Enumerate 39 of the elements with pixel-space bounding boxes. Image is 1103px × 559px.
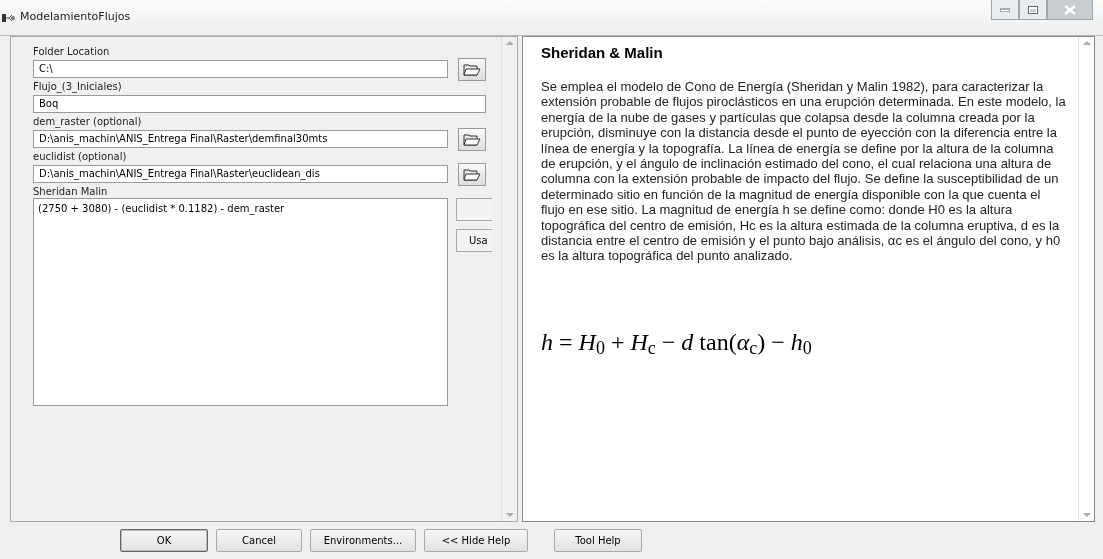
folder-icon bbox=[463, 62, 481, 76]
field-label: Flujo_(3_Iniciales) bbox=[33, 80, 123, 93]
text-field[interactable]: Boq bbox=[33, 95, 486, 113]
blank-button[interactable] bbox=[456, 198, 492, 221]
scroll-up-icon bbox=[505, 40, 514, 45]
dialog-button[interactable]: Environments... bbox=[310, 529, 416, 552]
text-field[interactable]: C:\ bbox=[33, 60, 448, 78]
formula: h = H$_{0}$ + H$_{c}$ − d tan(α$_{c}$) − h$_{0}$ bbox=[541, 327, 813, 360]
help-text: Se emplea el modelo de Cono de Energía (Sheridan y Malin 1982), para caracterizar la extensión probable de flujos piroclásticos en una erupción determinada. En este modelo, la energía de la nube de gases y partículas que colapsa desde la columna creada por la erupción, disminuye con la distancia desde el punto de eyección con la diferencia entre la línea de energía y la topografía. La línea de energía se define por la altura de la columna de erupción, y el ángulo de inclinación estimado del cono, el cual relaciona una altura de columna con la extensión probable de impacto del flujo. Se define la susceptibilidad de un determinado sitio en función de la magnitud de energía disponible con la que cuenta el flujo en ese sitio. La magnitud de energía h se define como: donde H0 es la altura topográfica del centro de emisión, Hc es la altura estimada de la columna eruptiva, d es la distancia entre el centro de emisión y el punto bajo análisis, αc es el ángulo del cono, y h0 es la altura topográfica del punto analizado. bbox=[541, 79, 1066, 264]
browse-button[interactable] bbox=[458, 162, 486, 186]
field-label: Sheridan Malin bbox=[33, 185, 109, 198]
browse-button[interactable] bbox=[458, 57, 486, 81]
scroll-down-icon bbox=[505, 513, 514, 518]
field-label: dem_raster (optional) bbox=[33, 115, 143, 128]
maximize-icon bbox=[1028, 5, 1038, 14]
text-field[interactable]: D:\anis_machin\ANIS_Entrega Final\Raster\demfinal30mts bbox=[33, 130, 448, 148]
scroll-down-icon bbox=[1082, 513, 1091, 518]
dialog-button[interactable]: Cancel bbox=[216, 529, 302, 552]
dialog-button[interactable]: << Hide Help bbox=[424, 529, 528, 552]
dialog-button[interactable]: Tool Help bbox=[554, 529, 642, 552]
scrollbar[interactable] bbox=[1078, 37, 1094, 521]
folder-icon bbox=[463, 167, 481, 181]
side-button[interactable]: Usa bbox=[456, 229, 492, 252]
close-icon bbox=[1064, 4, 1076, 15]
field-label: euclidist (optional) bbox=[33, 150, 128, 163]
minimize-icon bbox=[1000, 7, 1010, 12]
scrollbar[interactable] bbox=[501, 37, 517, 521]
expression-field[interactable]: (2750 + 3080) - (euclidist * 0.1182) - dem_raster bbox=[33, 198, 448, 406]
field-label: Folder Location bbox=[33, 45, 111, 58]
scroll-up-icon bbox=[1082, 40, 1091, 45]
help-title: Sheridan & Malin bbox=[541, 44, 664, 62]
window-title: ModelamientoFlujos bbox=[20, 9, 131, 26]
close-button[interactable] bbox=[1047, 0, 1093, 20]
app-icon bbox=[2, 12, 16, 23]
maximize-button[interactable] bbox=[1019, 0, 1047, 20]
folder-icon bbox=[463, 132, 481, 146]
dialog-button[interactable]: OK bbox=[120, 529, 208, 552]
browse-button[interactable] bbox=[458, 127, 486, 151]
text-field[interactable]: D:\anis_machin\ANIS_Entrega Final\Raster\euclidean_dis bbox=[33, 165, 448, 183]
